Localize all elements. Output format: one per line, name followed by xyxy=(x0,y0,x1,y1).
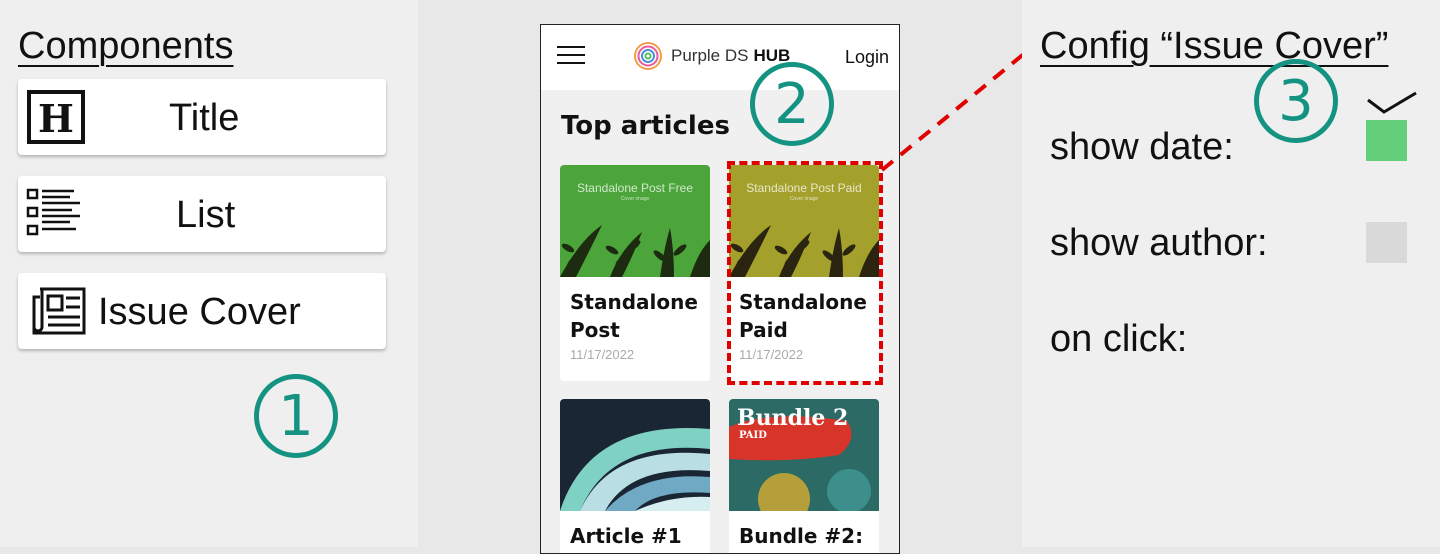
article-card-standalone-post[interactable]: Standalone Post Free Cover image Standal… xyxy=(560,165,710,381)
leaves-icon xyxy=(560,225,710,277)
show-date-label: show date: xyxy=(1050,126,1234,168)
component-title-label: Title xyxy=(169,97,240,139)
show-date-checkbox[interactable] xyxy=(1366,120,1407,161)
section-title: Top articles xyxy=(561,111,730,141)
article-date: 11/17/2022 xyxy=(570,347,635,362)
check-mark-icon xyxy=(1367,91,1417,114)
on-click-label: on click: xyxy=(1050,318,1188,360)
article-title: Article #1 xyxy=(570,524,682,548)
heading-icon: H xyxy=(27,90,85,144)
article-card-standalone-paid[interactable]: Standalone Post Paid Cover image Standal… xyxy=(729,165,879,381)
article-title: Standalone Paid xyxy=(739,290,867,342)
cover-label: Standalone Post Free xyxy=(576,181,694,195)
bundle-cover-paid: PAID xyxy=(739,430,767,441)
component-issue-cover-label: Issue Cover xyxy=(98,291,301,333)
component-list-label: List xyxy=(176,194,236,236)
cover-sublabel: Cover image xyxy=(789,196,819,202)
article-title: Bundle #2: xyxy=(739,524,864,548)
leaves-icon xyxy=(729,225,879,277)
step-3-badge: 3 xyxy=(1254,59,1338,143)
article-card-bundle-2[interactable]: Bundle 2 PAID Bundle #2: xyxy=(729,399,879,553)
cover-label: Standalone Post Paid xyxy=(746,181,862,195)
step-1-badge: 1 xyxy=(254,374,338,458)
article-date: 11/17/2022 xyxy=(739,347,804,362)
config-heading: Config “Issue Cover” xyxy=(1040,25,1389,67)
config-panel: Config “Issue Cover” 3 show date: show a… xyxy=(1022,0,1440,547)
hamburger-menu-icon[interactable] xyxy=(557,46,585,70)
bundle-cover-title: Bundle 2 xyxy=(737,405,849,431)
article-cover-image: Standalone Post Paid Cover image xyxy=(729,165,879,277)
show-author-checkbox[interactable] xyxy=(1366,222,1407,263)
component-title-card[interactable]: H Title xyxy=(18,79,386,155)
login-link[interactable]: Login xyxy=(845,47,889,68)
component-list-card[interactable]: List xyxy=(18,176,386,252)
app-header: Purple DS HUB Login xyxy=(541,25,899,90)
show-author-label: show author: xyxy=(1050,222,1268,264)
abstract-waves-icon xyxy=(560,428,710,511)
cover-sublabel: Cover image xyxy=(620,196,650,202)
brand: Purple DS HUB xyxy=(633,41,790,71)
brand-name: Purple DS xyxy=(671,46,749,65)
components-heading: Components xyxy=(18,25,234,67)
article-title: Standalone Post xyxy=(570,290,698,342)
article-cover-image: Standalone Post Free Cover image xyxy=(560,165,710,277)
list-icon xyxy=(26,188,80,236)
svg-text:H: H xyxy=(38,96,74,141)
article-cover-image xyxy=(560,399,710,511)
phone-preview: Purple DS HUB Login Top articles Standal… xyxy=(540,24,900,554)
article-card-article-1[interactable]: Article #1 xyxy=(560,399,710,553)
component-issue-cover-card[interactable]: Issue Cover xyxy=(18,273,386,349)
article-cover-image: Bundle 2 PAID xyxy=(729,399,879,511)
components-panel: Components H Title List Issue Cover 1 xyxy=(0,0,418,547)
brand-logo-icon xyxy=(634,42,662,70)
step-2-badge: 2 xyxy=(750,62,834,146)
newspaper-icon xyxy=(32,287,86,335)
